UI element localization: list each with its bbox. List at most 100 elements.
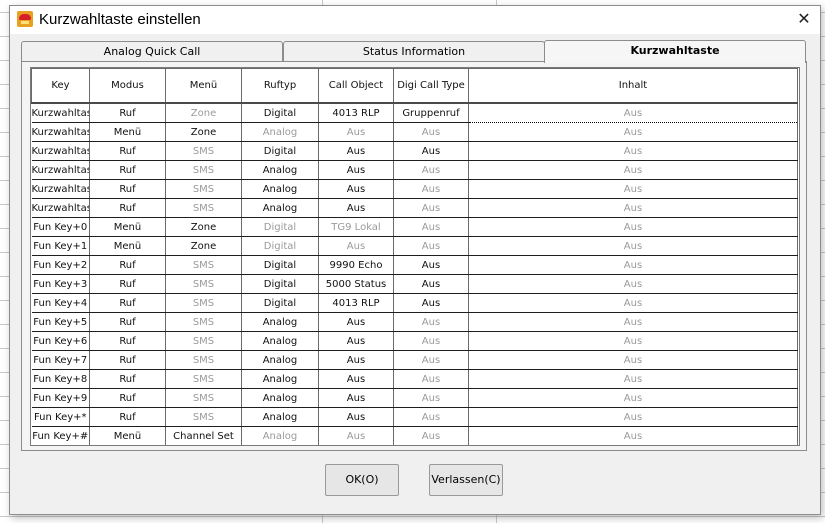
- cell-inhalt[interactable]: Aus: [468, 255, 798, 275]
- kurzwahl-grid[interactable]: Key Modus Menü Ruftyp Call Object Digi C…: [30, 67, 800, 446]
- table-row[interactable]: KurzwahltasteRufSMSAnalogAusAusAus: [31, 179, 798, 199]
- exit-button[interactable]: Verlassen(C): [429, 464, 503, 496]
- table-row[interactable]: Fun Key+2 Ruf SMS Digital 9990 Echo Aus Aus: [31, 255, 798, 275]
- cell-modus[interactable]: Ruf: [89, 312, 166, 332]
- cell-inhalt[interactable]: Aus: [468, 217, 798, 237]
- cell-menu[interactable]: SMS: [165, 407, 242, 427]
- cell-menu[interactable]: Zone: [165, 217, 242, 237]
- cell-key[interactable]: Kurzwahltaste: [31, 198, 90, 218]
- cell-ruftyp[interactable]: Analog: [241, 122, 319, 142]
- cell-digi-call-type[interactable]: Aus: [393, 369, 469, 389]
- cell-digi-call-type[interactable]: Gruppenruf: [393, 103, 469, 123]
- cell-ruftyp[interactable]: Analog: [241, 179, 319, 199]
- cell-digi-call-type[interactable]: Aus: [393, 217, 469, 237]
- cell-modus[interactable]: Ruf: [89, 369, 166, 389]
- cell-modus[interactable]: Ruf: [89, 141, 166, 161]
- table-row[interactable]: Fun Key+4 Ruf SMS Digital 4013 RLP Aus Aus: [31, 293, 798, 313]
- cell-call-object[interactable]: 4013 RLP: [318, 293, 394, 313]
- table-row[interactable]: Fun Key+9 Ruf SMS Analog Aus Aus Aus: [31, 388, 798, 408]
- cell-digi-call-type[interactable]: Aus: [393, 331, 469, 351]
- cell-inhalt[interactable]: Aus: [468, 274, 798, 294]
- cell-call-object[interactable]: 4013 RLP: [318, 103, 394, 123]
- cell-call-object[interactable]: Aus: [318, 426, 394, 445]
- cell-inhalt[interactable]: Aus: [468, 350, 798, 370]
- cell-ruftyp[interactable]: Analog: [241, 331, 319, 351]
- cell-menu[interactable]: SMS: [165, 331, 242, 351]
- column-header-menu[interactable]: Menü: [165, 68, 242, 104]
- cell-ruftyp[interactable]: Analog: [241, 407, 319, 427]
- column-header-digi-call-type[interactable]: Digi Call Type: [393, 68, 469, 104]
- cell-ruftyp[interactable]: Digital: [241, 293, 319, 313]
- cell-call-object[interactable]: Aus: [318, 198, 394, 218]
- cell-ruftyp[interactable]: Digital: [241, 255, 319, 275]
- cell-key[interactable]: Fun Key+0: [31, 217, 90, 237]
- cell-modus[interactable]: Ruf: [89, 179, 166, 199]
- table-row[interactable]: Fun Key+8 Ruf SMS Analog Aus Aus Aus: [31, 369, 798, 389]
- cell-call-object[interactable]: 9990 Echo: [318, 255, 394, 275]
- cell-key[interactable]: Fun Key+1: [31, 236, 90, 256]
- cell-key[interactable]: Fun Key+2: [31, 255, 90, 275]
- cell-digi-call-type[interactable]: Aus: [393, 388, 469, 408]
- cell-menu[interactable]: SMS: [165, 255, 242, 275]
- tab-kurzwahltaste[interactable]: Kurzwahltaste: [544, 40, 806, 63]
- cell-key[interactable]: Kurzwahltaste: [31, 122, 90, 142]
- cell-digi-call-type[interactable]: Aus: [393, 293, 469, 313]
- cell-menu[interactable]: Channel Set: [165, 426, 242, 445]
- cell-inhalt[interactable]: Aus: [468, 426, 798, 445]
- cell-modus[interactable]: Ruf: [89, 350, 166, 370]
- cell-call-object[interactable]: Aus: [318, 350, 394, 370]
- cell-modus[interactable]: Ruf: [89, 331, 166, 351]
- cell-call-object[interactable]: Aus: [318, 369, 394, 389]
- table-row[interactable]: Fun Key+5 Ruf SMS Analog Aus Aus Aus: [31, 312, 798, 332]
- cell-modus[interactable]: Ruf: [89, 255, 166, 275]
- cell-ruftyp[interactable]: Analog: [241, 350, 319, 370]
- cell-digi-call-type[interactable]: Aus: [393, 426, 469, 445]
- cell-modus[interactable]: Ruf: [89, 103, 166, 123]
- cell-call-object[interactable]: 5000 Status: [318, 274, 394, 294]
- table-row[interactable]: KurzwahltasteRufZoneDigital4013 RLPGrupp…: [31, 102, 798, 123]
- cell-menu[interactable]: SMS: [165, 388, 242, 408]
- column-header-ruftyp[interactable]: Ruftyp: [241, 68, 319, 104]
- cell-digi-call-type[interactable]: Aus: [393, 312, 469, 332]
- cell-menu[interactable]: SMS: [165, 141, 242, 161]
- cell-call-object[interactable]: Aus: [318, 141, 394, 161]
- cell-ruftyp[interactable]: Analog: [241, 388, 319, 408]
- cell-modus[interactable]: Menü: [89, 426, 166, 445]
- cell-digi-call-type[interactable]: Aus: [393, 122, 469, 142]
- cell-menu[interactable]: Zone: [165, 103, 242, 123]
- cell-key[interactable]: Kurzwahltaste: [31, 160, 90, 180]
- cell-inhalt[interactable]: Aus: [468, 388, 798, 408]
- cell-ruftyp[interactable]: Analog: [241, 312, 319, 332]
- table-row[interactable]: Fun Key+6 Ruf SMS Analog Aus Aus Aus: [31, 331, 798, 351]
- column-header-inhalt[interactable]: Inhalt: [468, 68, 798, 104]
- cell-menu[interactable]: SMS: [165, 293, 242, 313]
- cell-digi-call-type[interactable]: Aus: [393, 198, 469, 218]
- cell-modus[interactable]: Ruf: [89, 198, 166, 218]
- table-row[interactable]: KurzwahltasteRufSMSDigitalAusAusAus: [31, 141, 798, 161]
- cell-modus[interactable]: Menü: [89, 122, 166, 142]
- column-header-key[interactable]: Key: [31, 68, 90, 104]
- column-header-call-object[interactable]: Call Object: [318, 68, 394, 104]
- cell-call-object[interactable]: Aus: [318, 122, 394, 142]
- cell-call-object[interactable]: Aus: [318, 388, 394, 408]
- cell-menu[interactable]: SMS: [165, 274, 242, 294]
- cell-key[interactable]: Fun Key+4: [31, 293, 90, 313]
- cell-inhalt[interactable]: Aus: [468, 407, 798, 427]
- cell-inhalt[interactable]: Aus: [468, 179, 798, 199]
- cell-menu[interactable]: Zone: [165, 236, 242, 256]
- cell-modus[interactable]: Ruf: [89, 274, 166, 294]
- table-row[interactable]: Fun Key+0 Menü Zone Digital TG9 Lokal Aus Aus: [31, 217, 798, 237]
- cell-inhalt[interactable]: Aus: [468, 331, 798, 351]
- table-row[interactable]: KurzwahltasteMenüZoneAnalogAusAusAus: [31, 122, 798, 142]
- cell-inhalt[interactable]: Aus: [468, 369, 798, 389]
- table-row[interactable]: KurzwahltasteRufSMSAnalogAusAusAus: [31, 198, 798, 218]
- table-row[interactable]: Fun Key+# Menü Channel Set Analog Aus Aus Aus: [31, 426, 798, 445]
- ok-button[interactable]: OK(O): [325, 464, 399, 496]
- table-row[interactable]: KurzwahltasteRufSMSAnalogAusAusAus: [31, 160, 798, 180]
- cell-key[interactable]: Kurzwahltaste: [31, 103, 90, 123]
- cell-ruftyp[interactable]: Analog: [241, 426, 319, 445]
- cell-inhalt[interactable]: Aus: [468, 312, 798, 332]
- cell-call-object[interactable]: Aus: [318, 407, 394, 427]
- table-row[interactable]: Fun Key+1 Menü Zone Digital Aus Aus Aus: [31, 236, 798, 256]
- close-button[interactable]: ✕: [794, 10, 814, 30]
